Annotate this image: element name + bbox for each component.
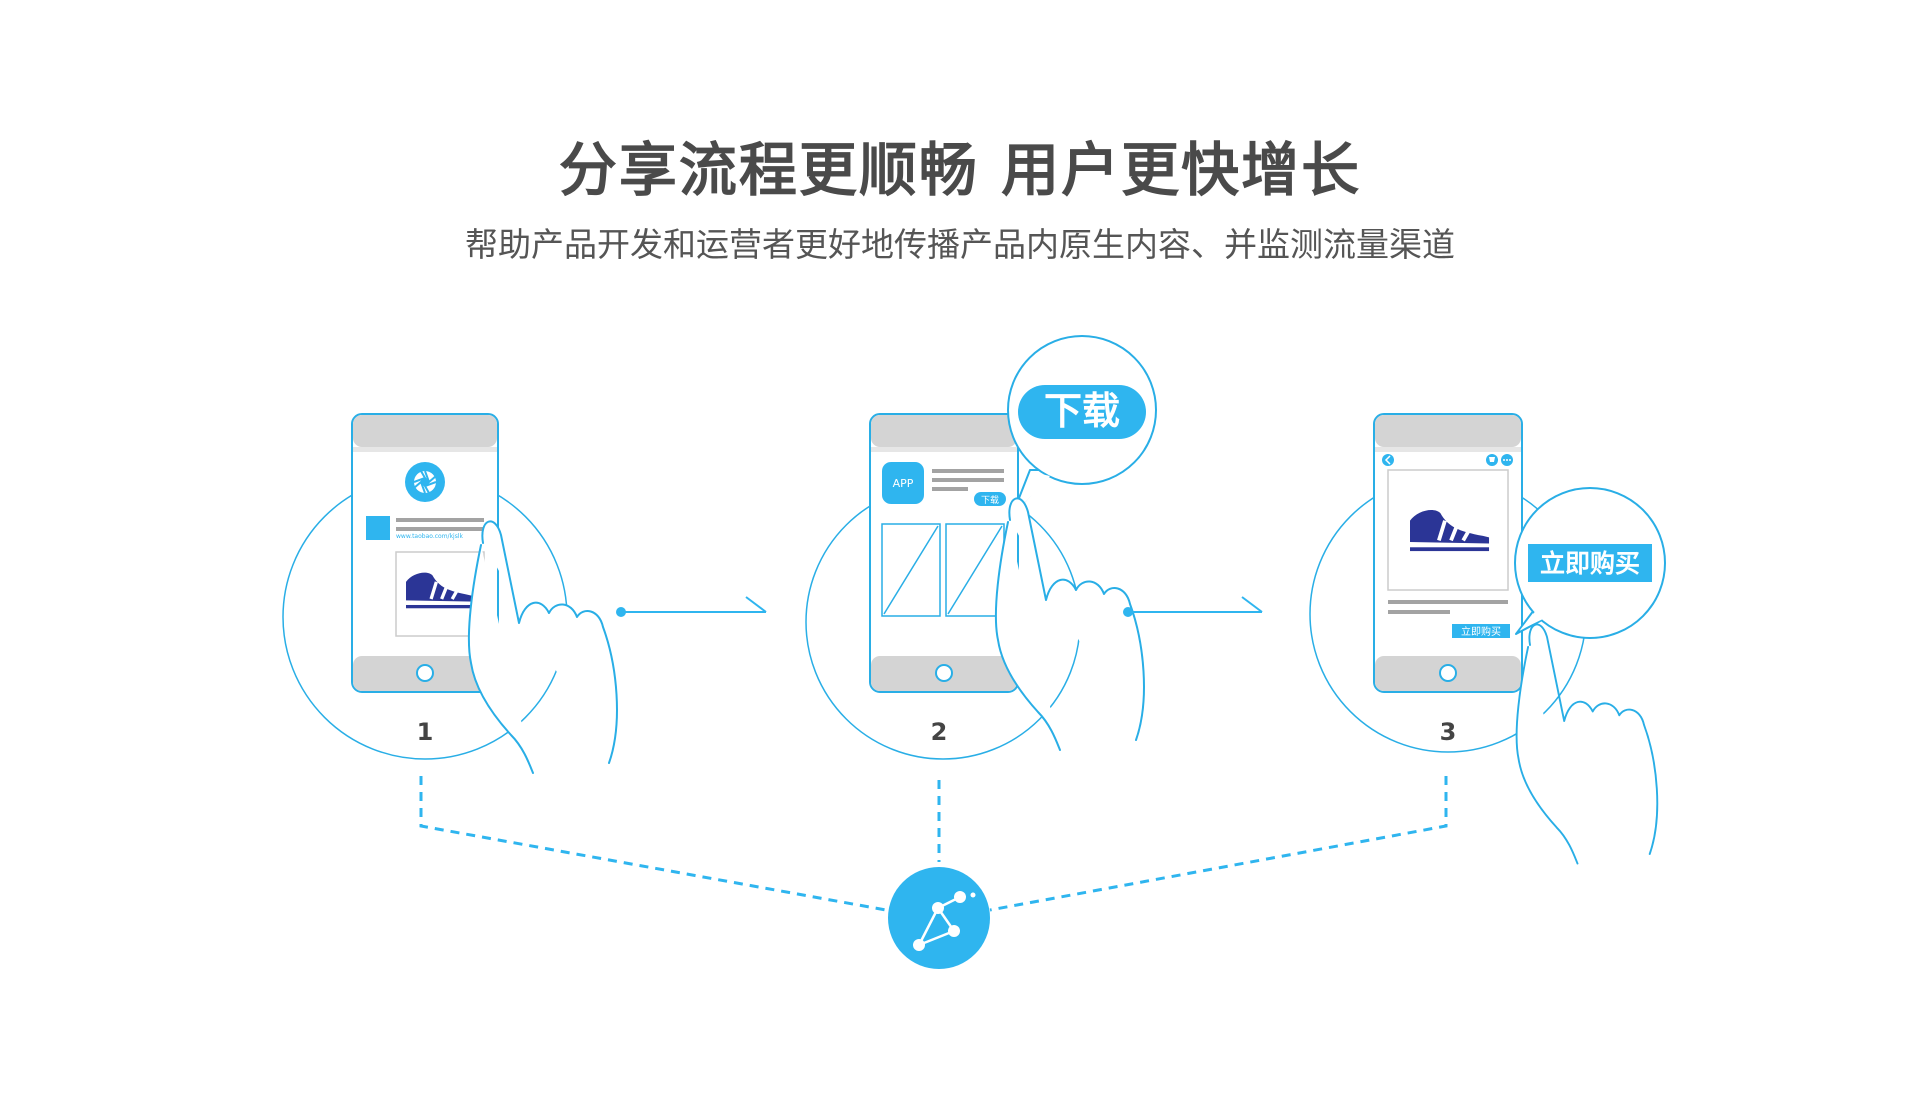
step-3: 立即购买 立即购买 3	[1309, 413, 1666, 865]
back-icon[interactable]	[1382, 454, 1394, 466]
phone-3-home-button[interactable]	[1439, 664, 1457, 682]
phone-3: 立即购买	[1373, 413, 1523, 693]
phone-2-home-button[interactable]	[935, 664, 953, 682]
step-1: www.taobao.com/kjslk 1	[282, 413, 618, 774]
small-download-label: 下载	[981, 494, 999, 506]
thumbnail-square	[366, 516, 390, 540]
app-icon: APP	[882, 462, 924, 504]
phone-2-frame	[869, 413, 1019, 693]
buy-bubble: 立即购买	[1514, 487, 1666, 639]
step-1-number: 1	[417, 718, 434, 746]
aperture-icon	[405, 462, 445, 502]
connector-step-3	[989, 776, 1448, 912]
link-url[interactable]: www.taobao.com/kjslk	[396, 533, 464, 540]
hand-pointer-icon	[1515, 623, 1659, 865]
app-label: APP	[893, 477, 914, 490]
phone-1-home-button[interactable]	[416, 664, 434, 682]
connector-step-1	[419, 776, 887, 912]
cart-icon[interactable]	[1486, 454, 1498, 466]
step-3-number: 3	[1440, 718, 1457, 746]
download-bubble: 下载	[1007, 335, 1157, 517]
share-flow-diagram: www.taobao.com/kjslk 1 APP 下载 下载 2 立即购买 …	[282, 335, 1666, 969]
step-2: APP 下载 下载 2	[805, 335, 1157, 760]
download-bubble-label: 下载	[1044, 389, 1120, 433]
step-2-number: 2	[931, 718, 948, 746]
buy-bubble-label: 立即购买	[1540, 549, 1640, 578]
share-network-icon[interactable]	[888, 867, 990, 969]
small-buy-label: 立即购买	[1461, 625, 1501, 638]
arrow-1	[616, 596, 767, 617]
phone-1-top-bezel	[353, 415, 497, 447]
more-icon[interactable]	[1501, 454, 1513, 466]
arrow-2	[1123, 596, 1263, 617]
phone-2: APP 下载	[869, 413, 1019, 693]
